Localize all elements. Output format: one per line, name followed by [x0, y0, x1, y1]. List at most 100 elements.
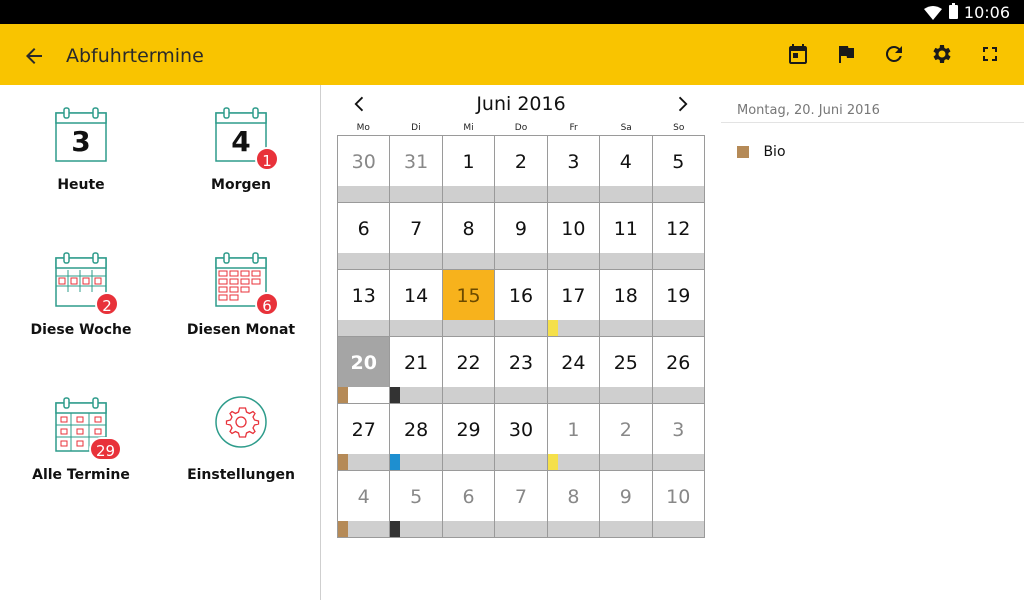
calendar-day[interactable]: 14	[390, 270, 443, 337]
tile-diese-woche[interactable]: 2 Diese Woche	[6, 250, 156, 338]
tile-alle-termine[interactable]: 29 Alle Termine	[6, 395, 156, 483]
tile-morgen[interactable]: 4 1 Morgen	[166, 105, 316, 193]
day-number: 1	[462, 151, 475, 173]
refresh-icon[interactable]	[882, 42, 906, 66]
tile-diesen-monat[interactable]: 6 Diesen Monat	[166, 250, 316, 338]
calendar-day[interactable]: 23	[495, 337, 548, 404]
calendar-day[interactable]: 2	[600, 404, 653, 471]
page-title: Abfuhrtermine	[66, 45, 204, 67]
calendar-day[interactable]: 27	[338, 404, 391, 471]
pickup-marker	[338, 454, 348, 470]
calendar-today-icon[interactable]	[786, 42, 810, 66]
event-strip	[442, 320, 495, 336]
day-number: 8	[462, 218, 475, 240]
calendar-day[interactable]: 1	[547, 404, 601, 471]
calendar-week-row: 4 5 6 7 8 9 10	[338, 471, 705, 538]
calendar-day[interactable]: 13	[338, 270, 391, 337]
calendar-all-icon: 29	[51, 395, 123, 461]
calendar-day[interactable]: 31	[390, 136, 443, 203]
day-number: 29	[456, 419, 481, 441]
settings-gear-icon	[211, 395, 271, 455]
day-number: 9	[514, 218, 528, 240]
day-number: 8	[567, 486, 580, 508]
pickup-marker	[547, 320, 558, 336]
calendar-day[interactable]: 12	[652, 203, 705, 270]
calendar-day[interactable]: 3	[547, 136, 601, 203]
day-number: 18	[613, 285, 638, 307]
calendar-day[interactable]: 10	[652, 471, 705, 538]
tile-einstellungen[interactable]: Einstellungen	[166, 395, 316, 483]
calendar-day[interactable]: 9	[600, 471, 653, 538]
pickup-marker	[547, 454, 558, 470]
day-number: 28	[404, 419, 429, 441]
day-number: 9	[619, 486, 632, 508]
day-number: 2	[619, 419, 632, 441]
event-strip	[495, 320, 547, 336]
calendar-day[interactable]: 6	[338, 203, 391, 270]
weekday-label: Do	[514, 123, 528, 133]
calendar-day[interactable]: 10	[547, 203, 601, 270]
event-strip	[600, 454, 652, 470]
day-number: 6	[357, 218, 370, 240]
calendar-day[interactable]: 7	[495, 471, 548, 538]
calendar-day[interactable]: 30	[338, 136, 391, 203]
day-number: 31	[404, 151, 429, 173]
day-number: 24	[561, 352, 586, 374]
pickup-entry[interactable]: Bio	[737, 143, 786, 160]
calendar-day[interactable]: 1	[442, 136, 496, 203]
selected-date: Montag, 20. Juni 2016	[737, 103, 880, 118]
calendar-day[interactable]: 5	[652, 136, 705, 203]
calendar-day[interactable]: 8	[442, 203, 496, 270]
chevron-right-icon[interactable]	[671, 93, 693, 115]
calendar-day[interactable]: 29	[442, 404, 496, 471]
calendar-day[interactable]: 24	[547, 337, 601, 404]
calendar-day[interactable]: 11	[600, 203, 653, 270]
event-strip	[390, 320, 442, 336]
event-strip	[495, 387, 547, 403]
calendar-day[interactable]: 22	[442, 337, 496, 404]
day-number: 15	[456, 285, 481, 307]
calendar-day[interactable]: 5	[390, 471, 443, 538]
event-strip	[652, 186, 704, 202]
gear-icon[interactable]	[930, 42, 954, 66]
flag-icon[interactable]	[834, 42, 858, 66]
calendar-day[interactable]: 3	[652, 404, 705, 471]
calendar-day[interactable]: 21	[390, 337, 443, 404]
calendar-day-today[interactable]: 15	[442, 270, 496, 337]
calendar-day[interactable]: 19	[652, 270, 705, 337]
calendar-day[interactable]: 18	[600, 270, 653, 337]
calendar-day[interactable]: 17	[547, 270, 601, 337]
event-strip	[390, 253, 442, 269]
event-strip	[600, 253, 652, 269]
calendar-day[interactable]: 25	[600, 337, 653, 404]
calendar-day[interactable]: 16	[495, 270, 548, 337]
status-bar: 10:06	[0, 0, 1024, 24]
weekday-label: Di	[411, 123, 421, 133]
calendar-day[interactable]: 4	[338, 471, 391, 538]
calendar-week-row: 27 28 29 30 1 2 3	[338, 404, 705, 471]
calendar-day[interactable]: 6	[442, 471, 496, 538]
day-number: 10	[666, 486, 691, 508]
day-number: 3	[567, 151, 580, 173]
calendar-day[interactable]: 30	[495, 404, 548, 471]
calendar-day[interactable]: 8	[547, 471, 601, 538]
calendar-day[interactable]: 7	[390, 203, 443, 270]
fullscreen-icon[interactable]	[978, 42, 1002, 66]
calendar-day-selected[interactable]: 20	[338, 337, 391, 404]
calendar-day[interactable]: 9	[495, 203, 548, 270]
count-badge: 6	[255, 292, 279, 316]
event-strip	[338, 186, 390, 202]
calendar-day[interactable]: 26	[652, 337, 705, 404]
calendar-day[interactable]: 2	[495, 136, 548, 203]
calendar-day[interactable]: 4	[600, 136, 653, 203]
tile-heute[interactable]: 3 Heute	[6, 105, 156, 193]
day-number: 26	[666, 352, 691, 374]
calendar-week-icon: 2	[51, 250, 119, 316]
calendar-day[interactable]: 28	[390, 404, 443, 471]
day-number: 27	[351, 419, 376, 441]
event-strip	[652, 454, 704, 470]
day-number: 13	[351, 285, 376, 307]
event-strip	[652, 387, 704, 403]
arrow-left-icon[interactable]	[22, 44, 46, 68]
weekday-header: Mo Di Mi Do Fr Sa So	[337, 123, 705, 135]
